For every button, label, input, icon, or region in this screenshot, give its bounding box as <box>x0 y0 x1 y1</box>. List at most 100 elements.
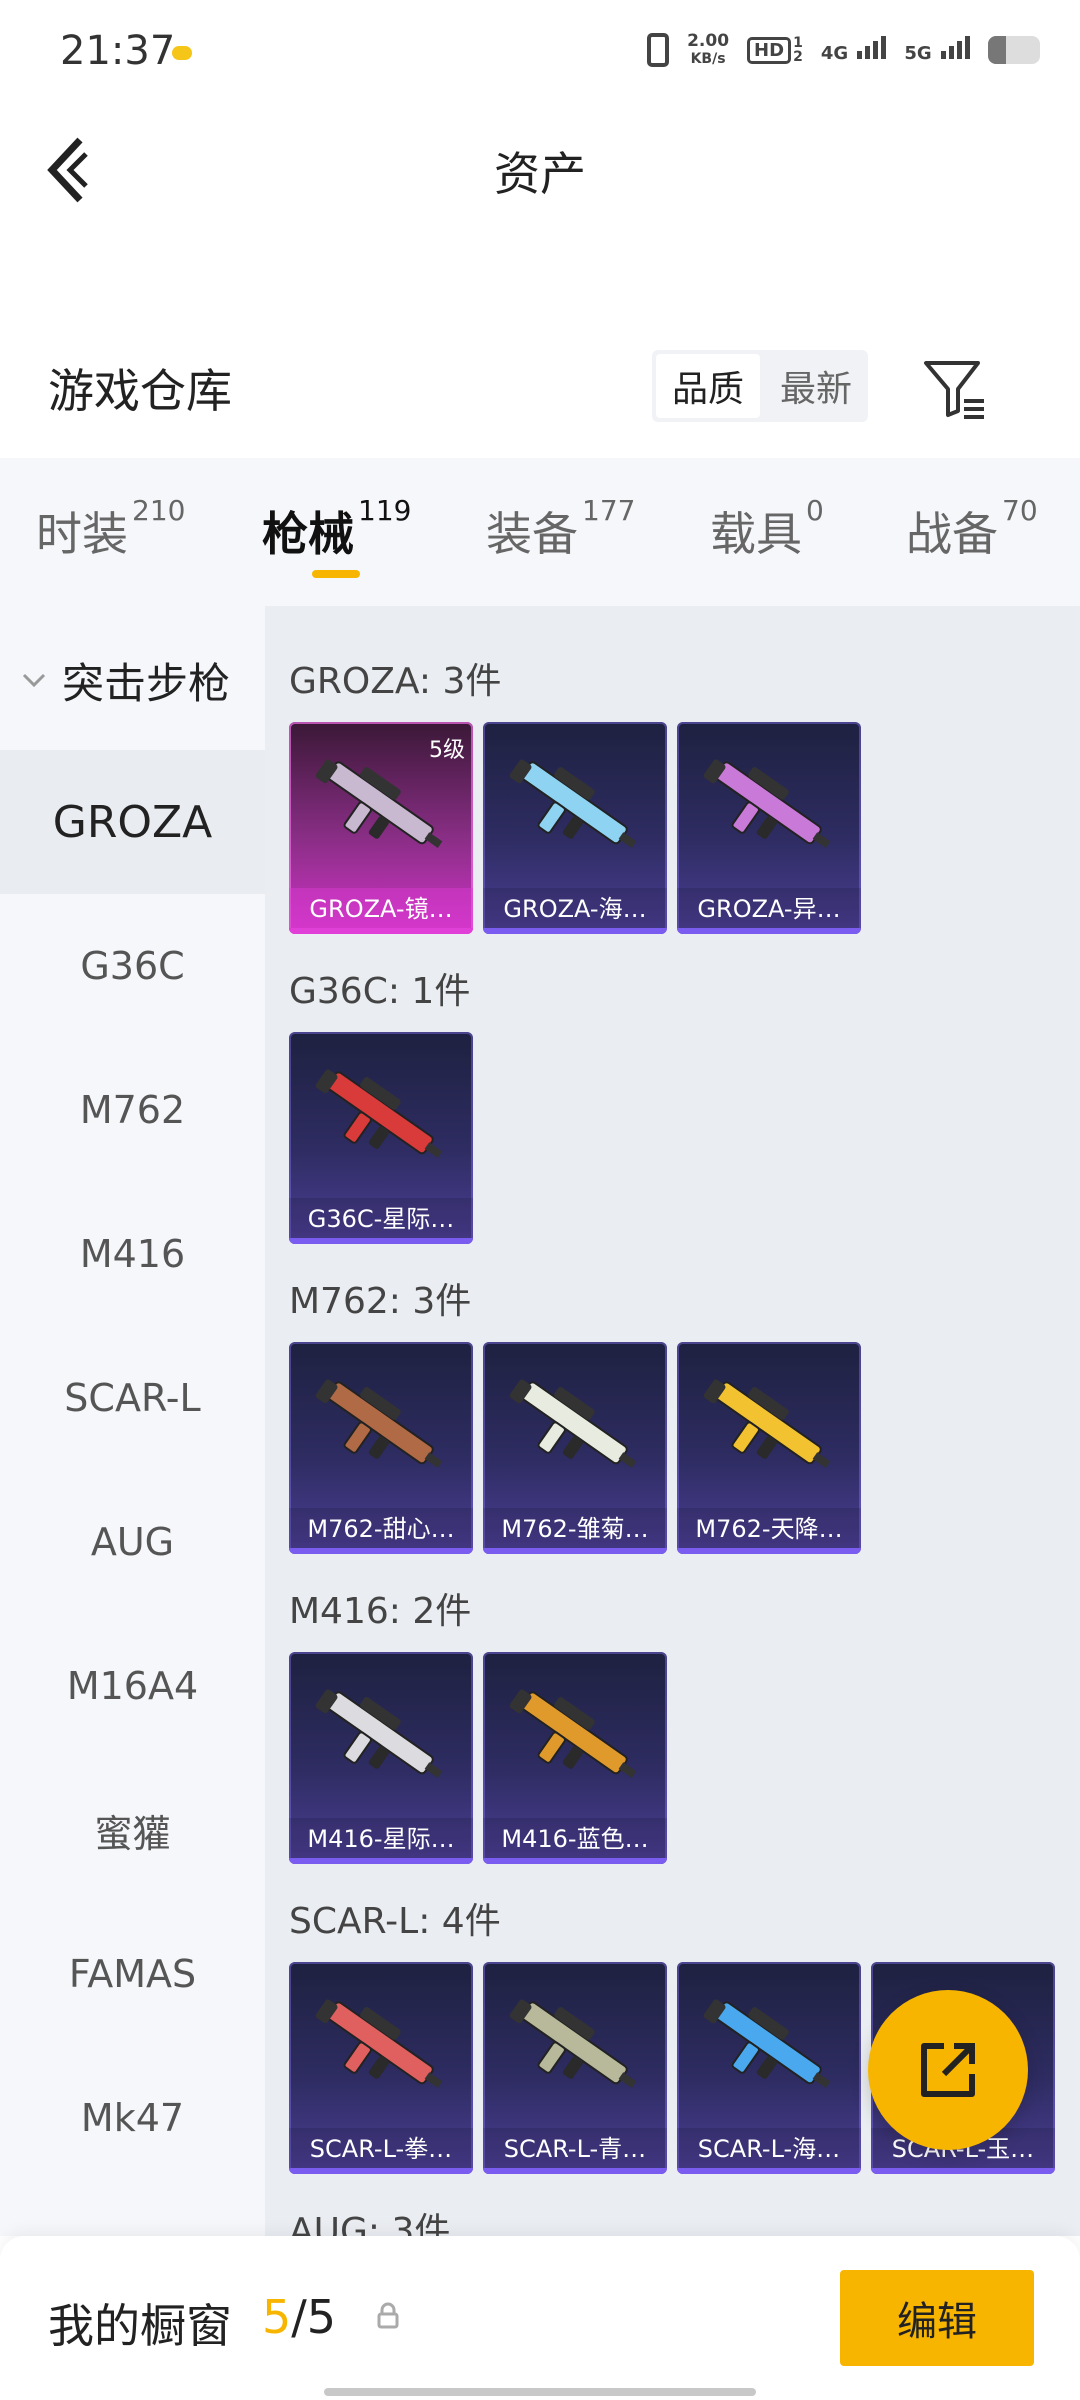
share-fab-button[interactable] <box>868 1990 1028 2150</box>
tab-combat-gear[interactable]: 战备 70 <box>906 494 1038 564</box>
sidebar-item-famas[interactable]: FAMAS <box>0 1902 265 2046</box>
status-bar: 21:37 2.00 KB/s HD 1 2 4G 5G <box>0 0 1080 110</box>
section-title-g36c: G36C: 1件 <box>289 971 471 1012</box>
weapon-card[interactable]: SCAR-L-拳… <box>289 1962 473 2174</box>
signal-5g-icon: 5G <box>904 36 970 64</box>
rarity-bar <box>289 1238 473 1244</box>
hd-sub-top: 1 <box>793 35 803 51</box>
tab-label: 战备 <box>906 507 998 561</box>
rarity-bar <box>289 1858 473 1864</box>
rarity-bar <box>677 1548 861 1554</box>
weapon-card[interactable]: M762-天降… <box>677 1342 861 1554</box>
weapon-image <box>315 1999 443 2088</box>
weapon-image <box>509 1689 637 1778</box>
status-icons: 2.00 KB/s HD 1 2 4G 5G <box>647 32 1040 68</box>
tab-label: 枪械 <box>262 507 354 561</box>
signal-4g-icon: 4G <box>821 36 887 64</box>
showcase-count-separator: / <box>291 2290 307 2344</box>
section-grid-groza: 5级 GROZA-镜… GROZA-海… GROZA-异… <box>289 722 861 934</box>
signal-4g-label: 4G <box>820 43 849 64</box>
sidebar-item-m762[interactable]: M762 <box>0 1038 265 1182</box>
chevron-down-icon <box>22 673 46 687</box>
showcase-count-total: 5 <box>306 2290 337 2344</box>
rarity-bar <box>483 1548 667 1554</box>
weapon-image <box>703 1379 831 1468</box>
weapon-card[interactable]: SCAR-L-海… <box>677 1962 861 2174</box>
tab-label: 时装 <box>36 507 128 561</box>
weapon-card[interactable]: 5级 GROZA-镜… <box>289 722 473 934</box>
weapon-card[interactable]: M416-星际… <box>289 1652 473 1864</box>
weapon-card[interactable]: SCAR-L-青… <box>483 1962 667 2174</box>
rarity-bar <box>289 1548 473 1554</box>
sort-latest-button[interactable]: 最新 <box>764 350 868 422</box>
signal-5g-label: 5G <box>904 43 932 64</box>
section-title-groza: GROZA: 3件 <box>289 661 502 702</box>
weapon-card[interactable]: G36C-星际… <box>289 1032 473 1244</box>
page-title: 资产 <box>494 147 586 201</box>
weapon-image <box>703 759 831 848</box>
tab-equipment[interactable]: 装备 177 <box>486 494 635 564</box>
sidebar-item-m16a4[interactable]: M16A4 <box>0 1614 265 1758</box>
section-grid-m762: M762-甜心… M762-雏菊… M762-天降… <box>289 1342 861 1554</box>
filter-button[interactable] <box>920 355 990 425</box>
rarity-bar <box>483 928 667 934</box>
weapon-card[interactable]: M762-雏菊… <box>483 1342 667 1554</box>
share-export-icon <box>921 2043 975 2097</box>
weapon-image <box>509 759 637 848</box>
weapon-card[interactable]: GROZA-异… <box>677 722 861 934</box>
net-speed-unit: KB/s <box>690 51 726 67</box>
rarity-bar <box>677 928 861 934</box>
weapon-card[interactable]: M762-甜心… <box>289 1342 473 1554</box>
tab-count: 119 <box>358 494 412 527</box>
sidebar-item-honey-badger[interactable]: 蜜獾 <box>0 1758 265 1902</box>
tab-vehicles[interactable]: 载具 0 <box>710 494 824 564</box>
rarity-bar <box>483 2168 667 2174</box>
battery-icon <box>988 36 1040 64</box>
tab-label: 装备 <box>486 507 578 561</box>
section-title-m416: M416: 2件 <box>289 1591 472 1632</box>
tab-count: 0 <box>806 494 824 527</box>
rarity-bar <box>483 1858 667 1864</box>
net-speed-value: 2.00 <box>687 31 730 51</box>
sort-toggle: 品质 最新 <box>652 350 868 422</box>
section-grid-g36c: G36C-星际… <box>289 1032 473 1244</box>
weapon-image <box>315 1379 443 1468</box>
showcase-count-current: 5 <box>262 2290 292 2344</box>
tab-count: 177 <box>582 494 636 527</box>
weapon-card[interactable]: M416-蓝色… <box>483 1652 667 1864</box>
sidebar-item-scar-l[interactable]: SCAR-L <box>0 1326 265 1470</box>
category-label: 突击步枪 <box>62 659 231 708</box>
edit-button[interactable]: 编辑 <box>840 2270 1034 2366</box>
lock-icon <box>374 2302 402 2330</box>
tab-count: 210 <box>132 494 186 527</box>
showcase-label: 我的橱窗 <box>48 2299 232 2353</box>
sidebar-item-groza[interactable]: GROZA <box>0 750 265 894</box>
weapon-card[interactable]: GROZA-海… <box>483 722 667 934</box>
sidebar-item-aug[interactable]: AUG <box>0 1470 265 1614</box>
weapon-image <box>509 1379 637 1468</box>
category-header[interactable]: 突击步枪 <box>20 650 230 711</box>
tab-fashion[interactable]: 时装 210 <box>36 494 185 564</box>
warehouse-title: 游戏仓库 <box>48 364 232 418</box>
section-title-aug: AUG: 3件 <box>289 2211 451 2236</box>
sort-quality-button[interactable]: 品质 <box>656 354 760 418</box>
sidebar-item-mk47[interactable]: Mk47 <box>0 2046 265 2190</box>
weapon-image <box>315 1069 443 1158</box>
weapon-image <box>509 1999 637 2088</box>
weapon-image <box>315 1689 443 1778</box>
weapon-image <box>703 1999 831 2088</box>
section-title-scar-l: SCAR-L: 4件 <box>289 1901 501 1942</box>
hd-label: HD <box>747 36 792 64</box>
rarity-bar <box>289 928 473 934</box>
sidebar-item-g36c[interactable]: G36C <box>0 894 265 1038</box>
rarity-bar <box>871 2168 1055 2174</box>
section-grid-m416: M416-星际… M416-蓝色… <box>289 1652 667 1864</box>
vibrate-icon <box>647 33 670 67</box>
tab-indicator <box>312 570 360 578</box>
hd-icon: HD 1 2 <box>747 36 803 64</box>
home-indicator[interactable] <box>324 2388 756 2396</box>
tab-firearms[interactable]: 枪械 119 <box>262 494 411 564</box>
level-badge: 5级 <box>429 738 465 763</box>
sidebar-item-m416[interactable]: M416 <box>0 1182 265 1326</box>
status-time: 21:37 <box>60 28 176 74</box>
